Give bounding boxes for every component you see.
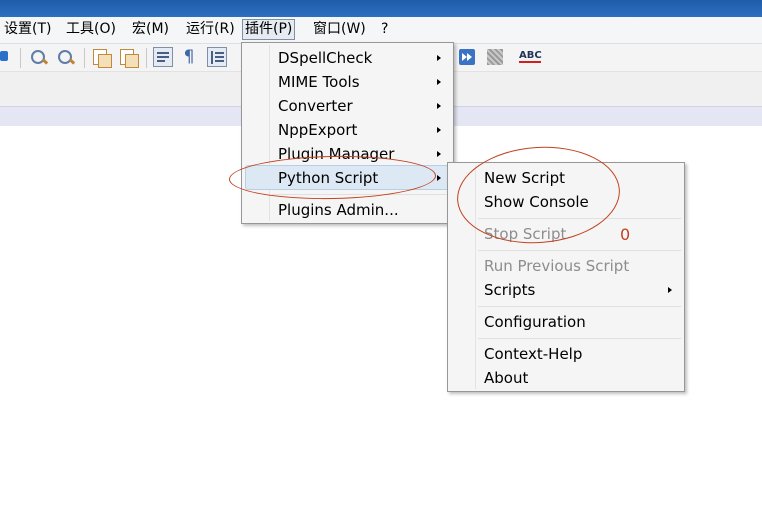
spellcheck-icon[interactable]: ABC [519, 47, 542, 67]
indent-guide-icon[interactable] [207, 47, 227, 67]
menu-item-plugin-manager[interactable]: Plugin Manager [278, 142, 394, 166]
sync-v-icon[interactable] [91, 47, 112, 68]
menu-separator [478, 306, 681, 307]
menu-separator [272, 194, 450, 195]
zoom-out-icon[interactable] [55, 47, 76, 67]
menu-plugins[interactable]: 插件(P) [242, 19, 296, 40]
menu-macro[interactable]: 宏(M) [130, 20, 171, 39]
zoom-in-icon[interactable] [28, 47, 49, 67]
macro-icon[interactable] [486, 47, 506, 67]
menu-tools[interactable]: 工具(O) [64, 20, 118, 39]
plugins-menu: DSpellCheck MIME Tools Converter NppExpo… [241, 42, 454, 224]
sync-h-icon[interactable] [118, 47, 139, 68]
menu-separator [478, 338, 681, 339]
menu-help[interactable]: ? [379, 20, 390, 39]
submenu-arrow-icon [437, 127, 441, 133]
submenu-arrow-icon [437, 175, 441, 181]
submenu-arrow-icon [437, 79, 441, 85]
toolbar-separator [146, 48, 147, 68]
title-bar [0, 0, 762, 17]
menu-item-about[interactable]: About [484, 366, 528, 390]
menu-separator [478, 218, 681, 219]
pilcrow-icon[interactable]: ¶ [179, 47, 199, 67]
menu-item-converter[interactable]: Converter [278, 94, 353, 118]
word-wrap-icon[interactable] [153, 47, 173, 67]
submenu-arrow-icon [437, 55, 441, 61]
spellcheck-label: ABC [519, 50, 542, 61]
menu-item-new-script[interactable]: New Script [484, 166, 565, 190]
menu-item-configuration[interactable]: Configuration [484, 310, 586, 334]
menu-item-nppexport[interactable]: NppExport [278, 118, 357, 142]
menu-item-run-previous-script: Run Previous Script [484, 257, 630, 275]
menu-item-mime-tools[interactable]: MIME Tools [278, 70, 360, 94]
find-replace-icon[interactable] [0, 47, 14, 67]
menu-bar: 设置(T) 工具(O) 宏(M) 运行(R) 插件(P) 窗口(W) ? [0, 17, 762, 44]
toolbar-separator [20, 48, 21, 68]
submenu-arrow-icon [437, 103, 441, 109]
menu-item-plugins-admin[interactable]: Plugins Admin... [278, 198, 399, 222]
menu-window[interactable]: 窗口(W) [311, 20, 368, 39]
annotation-mark: 0 [620, 225, 631, 244]
menu-run[interactable]: 运行(R) [184, 20, 237, 39]
toolbar-separator [84, 48, 85, 68]
submenu-arrow-icon [437, 151, 441, 157]
menu-item-show-console[interactable]: Show Console [484, 190, 589, 214]
python-script-submenu: New Script Show Console Stop Script Run … [447, 162, 685, 392]
fast-forward-icon[interactable] [458, 47, 478, 67]
menu-item-scripts[interactable]: Scripts [484, 278, 535, 302]
menu-item-python-script[interactable]: Python Script [278, 166, 378, 190]
menu-item-dspellcheck[interactable]: DSpellCheck [278, 46, 372, 70]
menu-item-stop-script: Stop Script [484, 225, 567, 243]
menu-settings[interactable]: 设置(T) [2, 20, 53, 39]
menu-separator [478, 250, 681, 251]
submenu-arrow-icon [668, 287, 672, 293]
menu-item-context-help[interactable]: Context-Help [484, 342, 582, 366]
